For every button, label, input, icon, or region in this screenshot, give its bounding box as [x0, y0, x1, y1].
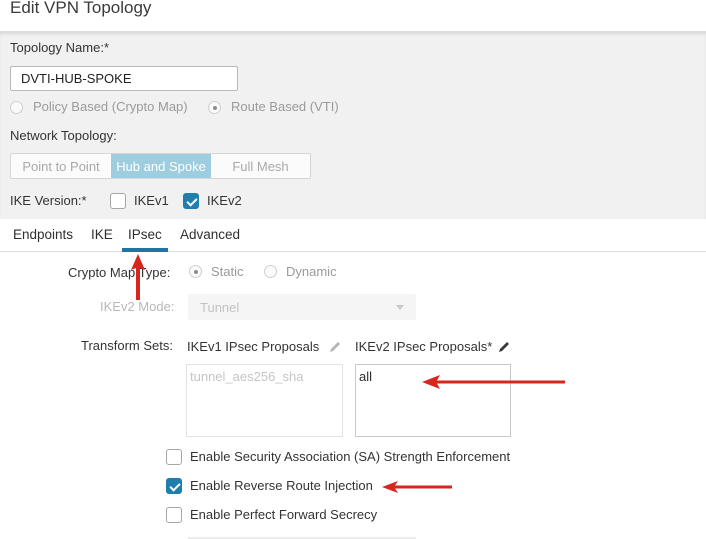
transform-sets-label: Transform Sets:: [81, 338, 173, 353]
dynamic-radio[interactable]: [264, 265, 277, 278]
ikev2-proposals-list[interactable]: all: [355, 364, 511, 437]
ike-version-label: IKE Version:*: [10, 193, 87, 208]
tab-ike[interactable]: IKE: [91, 227, 113, 242]
full-mesh-option[interactable]: Full Mesh: [211, 154, 310, 178]
policy-based-radio[interactable]: [10, 101, 23, 114]
route-based-label: Route Based (VTI): [231, 99, 339, 114]
ikev2-proposal-item: all: [359, 369, 373, 384]
annotation-arrow-left-icon: [382, 481, 452, 493]
reverse-route-injection-label: Enable Reverse Route Injection: [190, 478, 373, 493]
tab-ipsec[interactable]: IPsec: [128, 227, 162, 242]
topology-name-input[interactable]: DVTI-HUB-SPOKE: [10, 66, 238, 91]
dynamic-label: Dynamic: [286, 264, 337, 279]
ikev1-proposals-list: tunnel_aes256_sha: [186, 364, 343, 437]
ikev1-proposal-item: tunnel_aes256_sha: [190, 369, 304, 384]
dialog-header: Edit VPN Topology: [0, 0, 706, 31]
tab-advanced[interactable]: Advanced: [180, 227, 240, 242]
edit-ikev1-proposals-pencil-icon[interactable]: [328, 340, 342, 354]
ikev2-label: IKEv2: [207, 193, 242, 208]
dialog-title: Edit VPN Topology: [10, 0, 152, 17]
static-radio[interactable]: [189, 265, 202, 278]
hub-and-spoke-option[interactable]: Hub and Spoke: [111, 154, 211, 178]
tab-endpoints[interactable]: Endpoints: [13, 227, 73, 242]
topology-name-label: Topology Name:*: [10, 40, 109, 55]
ikev2-mode-value: Tunnel: [200, 300, 240, 315]
ikev2-mode-label: IKEv2 Mode:: [100, 299, 175, 314]
perfect-forward-secrecy-checkbox[interactable]: [166, 507, 182, 523]
crypto-map-type-label: Crypto Map Type:: [68, 265, 171, 280]
topology-settings-panel: [0, 31, 706, 219]
network-topology-selector: Point to Point Hub and Spoke Full Mesh: [10, 153, 311, 179]
perfect-forward-secrecy-label: Enable Perfect Forward Secrecy: [190, 507, 378, 522]
ikev2-checkbox[interactable]: [183, 193, 199, 209]
route-based-radio[interactable]: [208, 101, 221, 114]
reverse-route-injection-checkbox[interactable]: [166, 478, 182, 494]
sa-strength-enforcement-checkbox[interactable]: [166, 449, 182, 465]
ikev2-proposals-label: IKEv2 IPsec Proposals*: [355, 339, 493, 354]
ikev2-mode-select[interactable]: Tunnel: [188, 294, 416, 320]
network-topology-label: Network Topology:: [10, 128, 117, 143]
chevron-down-icon: [396, 305, 404, 310]
ikev1-proposals-label: IKEv1 IPsec Proposals: [187, 339, 320, 354]
ikev1-checkbox[interactable]: [110, 193, 126, 209]
sa-strength-enforcement-label: Enable Security Association (SA) Strengt…: [190, 449, 511, 464]
point-to-point-option[interactable]: Point to Point: [11, 154, 111, 178]
edit-ikev2-proposals-pencil-icon[interactable]: [497, 340, 511, 354]
static-label: Static: [211, 264, 244, 279]
active-tab-indicator: [122, 248, 168, 252]
ikev1-label: IKEv1: [134, 193, 169, 208]
policy-based-label: Policy Based (Crypto Map): [33, 99, 188, 114]
tab-bar: Endpoints IKE IPsec Advanced: [0, 219, 706, 252]
